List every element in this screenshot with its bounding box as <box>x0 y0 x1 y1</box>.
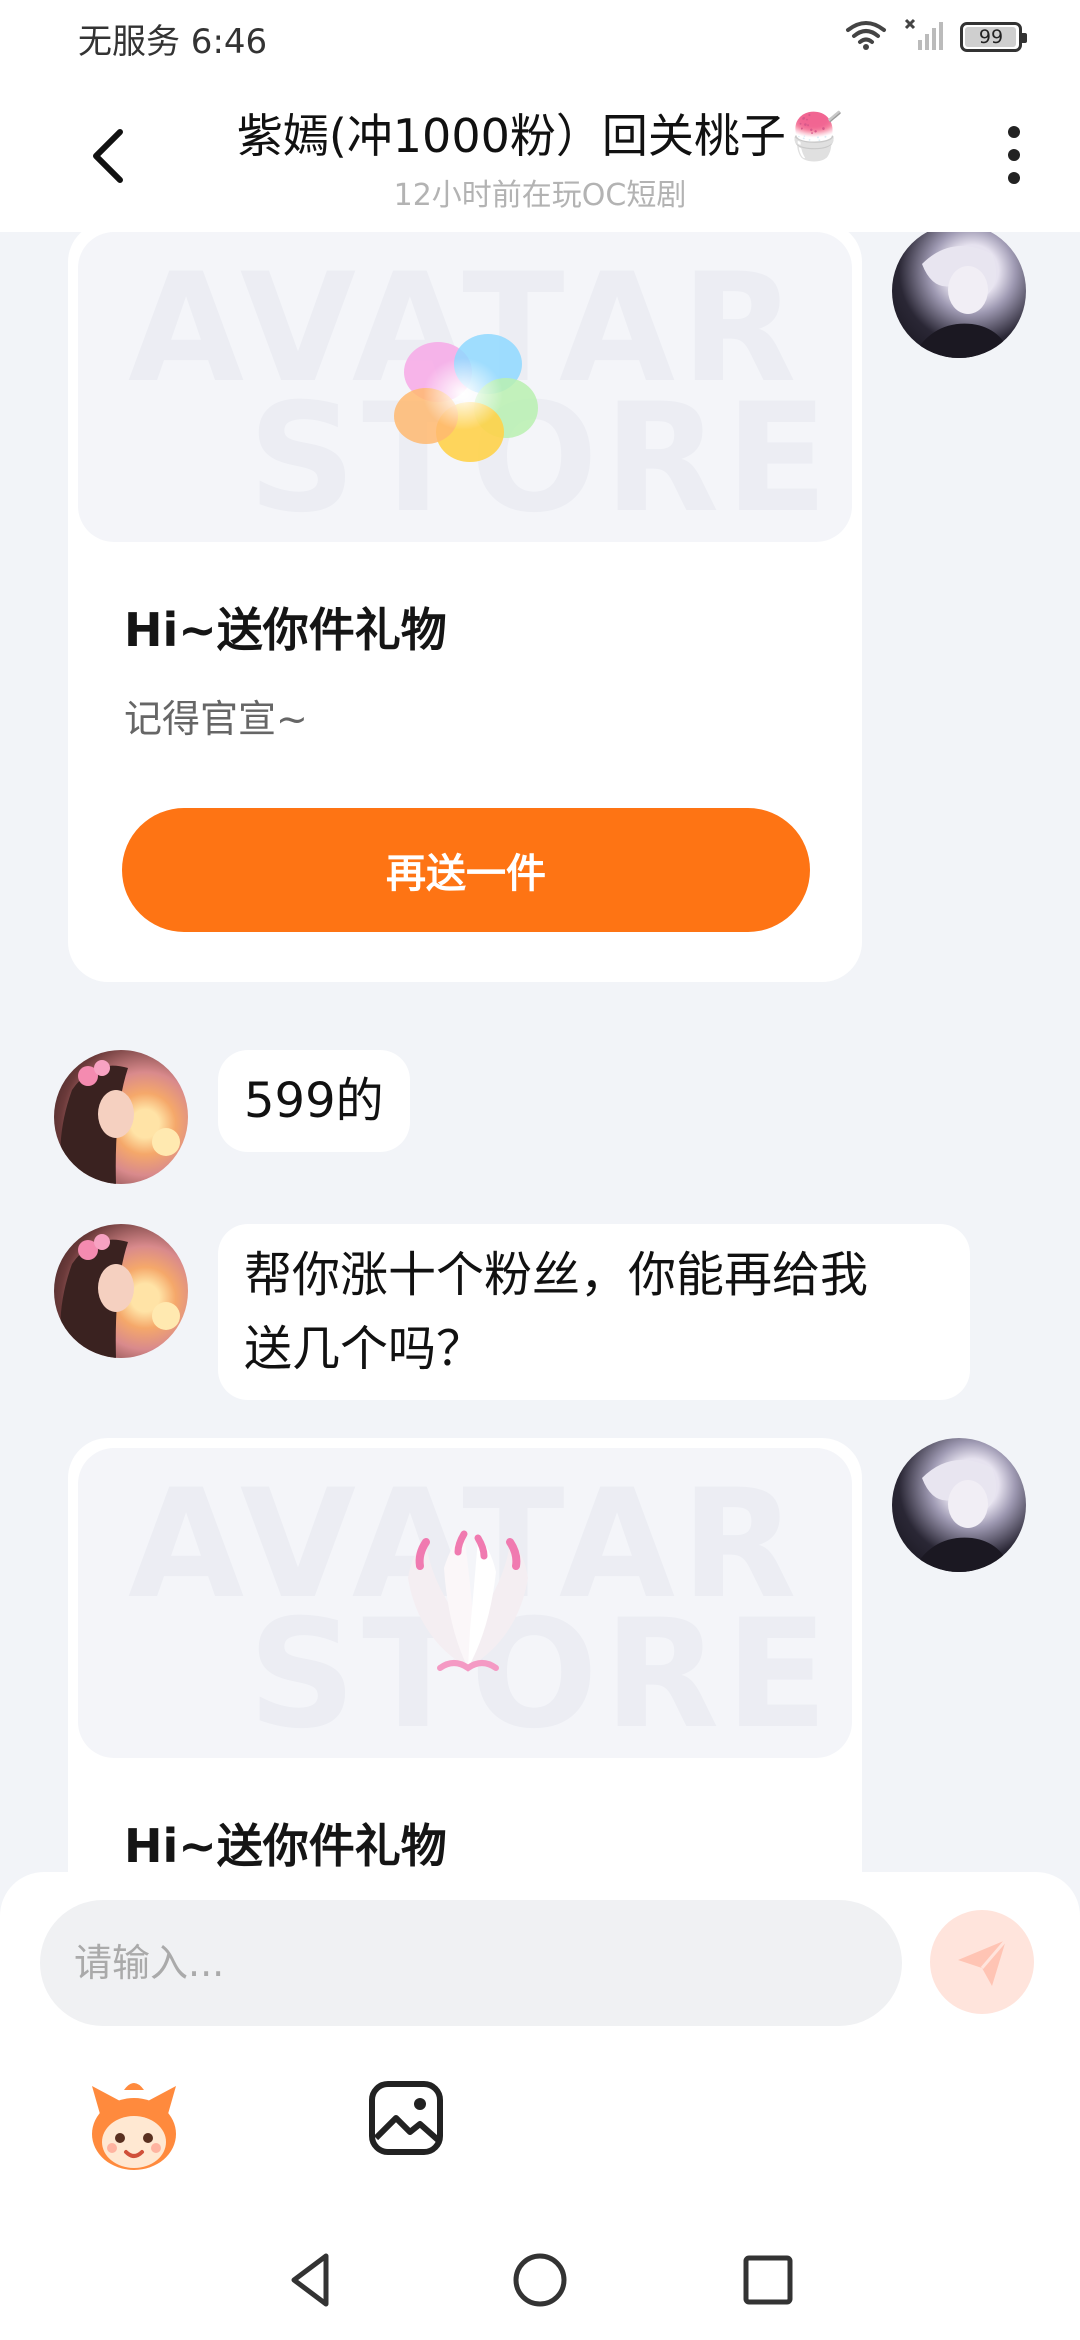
carrier-time: 无服务 6:46 <box>78 22 268 62</box>
more-vertical-icon <box>1008 172 1020 184</box>
composer-panel <box>0 1872 1080 2220</box>
chat-messages[interactable]: AVATAR STORE Hi~送你件礼物 记得官宣~ 再送一件 599的 帮你… <box>0 232 1080 1872</box>
message-input[interactable] <box>40 1900 902 2026</box>
image-picker-icon <box>369 2081 443 2155</box>
back-arrow-icon <box>93 129 123 183</box>
gift-title: Hi~送你件礼物 <box>124 603 447 657</box>
battery-icon: 99 <box>960 22 1027 52</box>
nav-home-icon[interactable] <box>508 2248 572 2312</box>
nav-back-icon[interactable] <box>280 2248 344 2312</box>
signal-off-icon <box>904 18 944 56</box>
gift-card: AVATAR STORE Hi~送你件礼物 <box>68 1438 862 1872</box>
send-button[interactable] <box>930 1910 1034 2014</box>
avatar-self[interactable] <box>892 232 1026 358</box>
avatar-other[interactable] <box>54 1224 188 1358</box>
status-icons: 99 <box>844 18 1027 56</box>
image-picker-button[interactable] <box>366 2078 446 2158</box>
message-bubble[interactable]: 599的 <box>218 1050 410 1152</box>
chat-title: 紫嫣(冲1000粉）回关桃子🍧 <box>236 109 844 163</box>
chat-header: 紫嫣(冲1000粉）回关桃子🍧 12小时前在玩OC短剧 <box>0 80 1080 232</box>
more-vertical-icon <box>1008 149 1020 161</box>
rainbow-flower-icon <box>394 334 538 462</box>
gift-image: AVATAR STORE <box>78 1448 852 1758</box>
gift-image: AVATAR STORE <box>78 232 852 542</box>
nav-recents-icon[interactable] <box>736 2248 800 2312</box>
chat-subtitle: 12小时前在玩OC短剧 <box>393 178 687 213</box>
avatar-other[interactable] <box>54 1050 188 1184</box>
more-button[interactable] <box>994 120 1034 190</box>
status-bar: 无服务 6:46 99 <box>0 0 1080 80</box>
more-vertical-icon <box>1008 126 1020 138</box>
paper-plane-icon <box>958 1939 1008 1986</box>
message-text-line: 帮你涨十个粉丝，你能再给我 <box>244 1247 869 1303</box>
gift-card: AVATAR STORE Hi~送你件礼物 记得官宣~ 再送一件 <box>68 232 862 982</box>
gift-description: 记得官宣~ <box>124 697 308 741</box>
back-button[interactable] <box>78 118 138 194</box>
gift-title: Hi~送你件礼物 <box>124 1819 447 1872</box>
wifi-icon <box>844 18 888 56</box>
battery-level: 99 <box>978 26 1004 48</box>
fox-tails-icon <box>408 1530 528 1672</box>
message-text: 599的 <box>244 1073 384 1129</box>
message-bubble[interactable]: 帮你涨十个粉丝，你能再给我 送几个吗？ <box>218 1224 970 1400</box>
avatar-self[interactable] <box>892 1438 1026 1572</box>
send-again-button[interactable]: 再送一件 <box>122 808 810 932</box>
mascot-sticker-button[interactable] <box>82 2076 186 2180</box>
mascot-sticker-icon <box>92 2083 176 2170</box>
system-nav-bar <box>0 2220 1080 2340</box>
message-text-line: 送几个吗？ <box>244 1321 485 1377</box>
